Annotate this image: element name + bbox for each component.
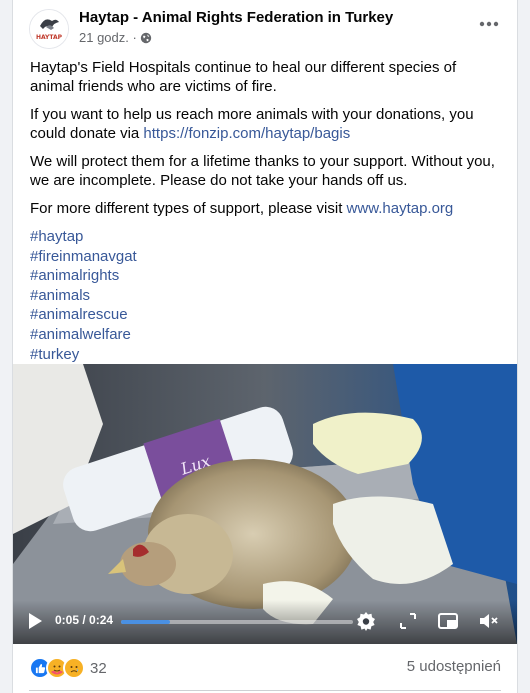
globe-icon — [140, 32, 152, 43]
hashtag-list: #haytap #fireinmanavgat #animalrights #a… — [30, 227, 504, 364]
hashtag-link[interactable]: #animalrescue — [30, 305, 504, 325]
picture-in-picture-button[interactable] — [437, 610, 459, 632]
sad-emoji-icon — [70, 666, 78, 673]
page-name[interactable]: Haytap - Animal Rights Federation in Tur… — [79, 9, 393, 26]
paragraph-text: For more different types of support, ple… — [30, 200, 347, 217]
picture-in-picture-icon — [438, 613, 458, 629]
settings-icon — [357, 612, 375, 631]
website-link[interactable]: www.haytap.org — [347, 200, 454, 217]
video-time: 0:05 / 0:24 — [55, 613, 114, 627]
shares-count[interactable]: 5 udostępnień — [407, 658, 501, 675]
play-icon — [29, 613, 42, 629]
hashtag-link[interactable]: #turkey — [30, 345, 504, 365]
post-paragraph: We will protect them for a lifetime than… — [30, 153, 495, 189]
reaction-summary[interactable]: 32 — [29, 657, 107, 679]
more-options-button[interactable] — [475, 14, 503, 34]
footer-divider — [29, 690, 501, 691]
play-button[interactable] — [27, 612, 43, 630]
video-player[interactable]: Lux 0:05 / 0:24 — [13, 364, 517, 644]
video-controls: 0:05 / 0:24 — [13, 600, 517, 644]
sad-reaction-icon — [63, 657, 85, 679]
more-options-icon — [479, 21, 499, 27]
svg-text:HAYTAP: HAYTAP — [36, 34, 63, 41]
donation-link[interactable]: https://fonzip.com/haytap/bagis — [143, 125, 350, 142]
hashtag-link[interactable]: #animalwelfare — [30, 325, 504, 345]
fullscreen-button[interactable] — [397, 610, 419, 632]
thumbs-up-icon — [35, 663, 45, 673]
post-time[interactable]: 21 godz. · — [79, 30, 137, 45]
page-avatar[interactable]: HAYTAP — [29, 9, 69, 49]
hashtag-link[interactable]: #fireinmanavgat — [30, 247, 504, 267]
post-paragraph: For more different types of support, ple… — [30, 199, 504, 218]
haytap-logo: HAYTAP — [30, 10, 68, 48]
post-header: HAYTAP Haytap - Animal Rights Federation… — [13, 0, 517, 50]
hashtag-link[interactable]: #animalrights — [30, 266, 504, 286]
video-progress-fill — [121, 620, 170, 624]
post-meta: 21 godz. · — [79, 30, 152, 45]
post-paragraph: If you want to help us reach more animal… — [30, 105, 504, 143]
post-card: HAYTAP Haytap - Animal Rights Federation… — [12, 0, 518, 693]
post-paragraph: Haytap's Field Hospitals continue to hea… — [30, 59, 457, 95]
post-footer: 32 5 udostępnień — [13, 644, 517, 693]
reaction-count: 32 — [90, 659, 107, 677]
hashtag-link[interactable]: #animals — [30, 286, 504, 306]
hashtag-link[interactable]: #haytap — [30, 227, 504, 247]
settings-button[interactable] — [355, 610, 377, 632]
post-body: Haytap's Field Hospitals continue to hea… — [30, 58, 504, 364]
fullscreen-icon — [400, 613, 416, 629]
video-progress-bar[interactable] — [121, 620, 353, 624]
volume-button[interactable] — [477, 610, 499, 632]
volume-muted-icon — [480, 614, 498, 628]
